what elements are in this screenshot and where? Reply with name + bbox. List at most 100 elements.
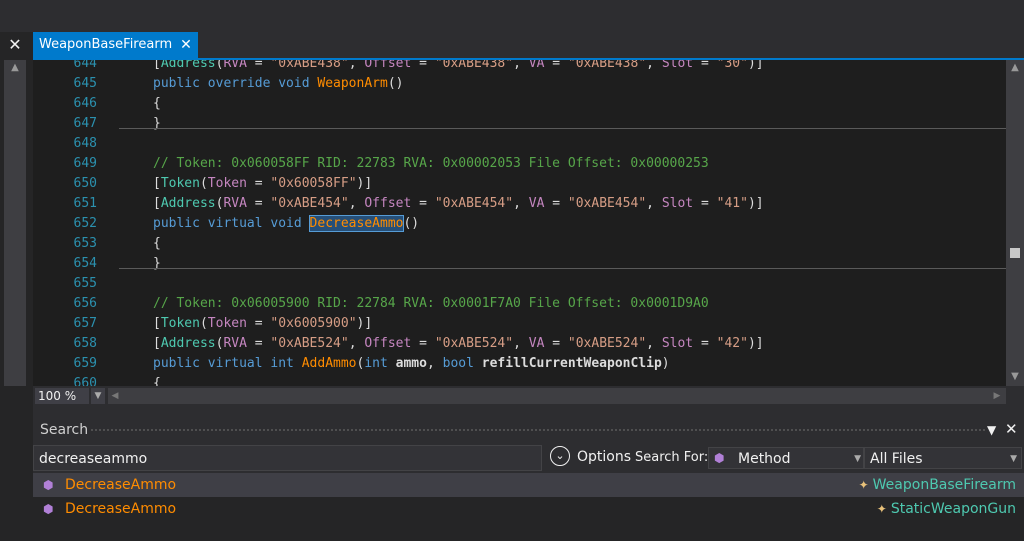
class-icon: ✦: [858, 478, 869, 492]
line-number: 658: [73, 336, 97, 351]
code-token: [: [153, 316, 161, 331]
scrollbar-thumb[interactable]: [1010, 248, 1020, 258]
scroll-up-arrow-icon[interactable]: ▲: [4, 60, 26, 76]
code-editor[interactable]: 644 [Address(RVA = "0xABE438", Offset = "…: [33, 60, 1006, 386]
code-line[interactable]: 650 [Token(Token = "0x60058FF")]: [33, 174, 1006, 194]
tab-weaponbasefirearm[interactable]: WeaponBaseFirearm ✕: [33, 32, 198, 58]
code-line[interactable]: 659 public virtual int AddAmmo(int ammo, …: [33, 354, 1006, 374]
search-result-row[interactable]: ⬢ DecreaseAmmo ✦ StaticWeaponGun: [33, 497, 1024, 521]
code-line[interactable]: 647}: [33, 114, 1006, 134]
code-token: [: [153, 176, 161, 191]
result-method-name: DecreaseAmmo: [65, 501, 177, 517]
code-text: }: [153, 254, 161, 274]
code-token: RVA: [223, 336, 247, 351]
line-number: 656: [73, 296, 97, 311]
code-token: [: [153, 336, 161, 351]
search-input[interactable]: decreaseammo: [33, 445, 542, 471]
code-token: ,: [513, 60, 529, 71]
code-token: Slot: [661, 60, 694, 71]
search-panel-title: Search: [40, 422, 89, 438]
code-token: =: [544, 60, 568, 71]
code-line[interactable]: 656 // Token: 0x06005900 RID: 22784 RVA: …: [33, 294, 1006, 314]
code-line[interactable]: 654}: [33, 254, 1006, 274]
panel-close-icon[interactable]: ✕: [1005, 418, 1018, 440]
line-number: 647: [73, 116, 97, 131]
scroll-right-arrow-icon[interactable]: ▶: [990, 388, 1004, 404]
result-class-name: WeaponBaseFirearm: [872, 477, 1016, 493]
search-for-label: Search For:: [635, 450, 709, 465]
code-token: RVA: [223, 60, 247, 71]
options-chevron-icon[interactable]: ⌄: [550, 446, 570, 466]
search-for-select[interactable]: ⬢ Method ▼: [708, 447, 864, 469]
code-text: public virtual void DecreaseAmmo(): [153, 214, 419, 234]
code-line[interactable]: 657 [Token(Token = "0x6005900")]: [33, 314, 1006, 334]
code-line[interactable]: 651 [Address(RVA = "0xABE454", Offset = "…: [33, 194, 1006, 214]
method-separator: [119, 128, 1006, 129]
code-line[interactable]: 644 [Address(RVA = "0xABE438", Offset = "…: [33, 60, 1006, 74]
line-number: 646: [73, 96, 97, 111]
editor-vertical-scrollbar[interactable]: [1006, 60, 1024, 386]
method-separator: [119, 268, 1006, 269]
zoom-level[interactable]: 100 %: [35, 388, 89, 404]
code-token: "0xABE454": [434, 196, 514, 211]
code-token: ammo: [395, 356, 427, 371]
line-number: 660: [73, 376, 97, 386]
scroll-left-arrow-icon[interactable]: ◀: [108, 388, 122, 404]
code-token: "0xABE438": [270, 60, 349, 71]
code-line[interactable]: 646 {: [33, 94, 1006, 114]
method-cube-icon: ⬢: [43, 478, 54, 492]
code-token: ,: [646, 336, 662, 351]
code-text: [Token(Token = "0x6005900")]: [153, 314, 372, 334]
code-text: // Token: 0x06005900 RID: 22784 RVA: 0x0…: [153, 294, 709, 314]
code-line[interactable]: 653 {: [33, 234, 1006, 254]
left-scrollbar[interactable]: [4, 60, 26, 386]
line-number: 649: [73, 156, 97, 171]
zoom-dropdown-icon[interactable]: ▼: [91, 388, 105, 404]
code-line[interactable]: 649 // Token: 0x060058FF RID: 22783 RVA: …: [33, 154, 1006, 174]
editor-horizontal-scrollbar[interactable]: [108, 388, 1006, 404]
code-token: =: [246, 176, 271, 191]
code-token: =: [246, 196, 271, 211]
code-line[interactable]: 648: [33, 134, 1006, 154]
code-token: =: [693, 196, 717, 211]
code-token: [: [153, 60, 161, 71]
code-line[interactable]: 660 {: [33, 374, 1006, 386]
panel-menu-dropdown-icon[interactable]: ▼: [987, 420, 996, 440]
code-text: {: [153, 374, 161, 386]
code-token: "0x60058FF": [270, 176, 357, 191]
scope-select[interactable]: All Files ▼: [864, 447, 1022, 469]
code-token: Slot: [661, 196, 694, 211]
scroll-down-arrow-icon[interactable]: ▼: [1006, 368, 1024, 386]
tab-close-icon[interactable]: ✕: [180, 32, 192, 58]
code-line[interactable]: 645 public override void WeaponArm(): [33, 74, 1006, 94]
chevron-down-icon: ▼: [1010, 454, 1017, 464]
line-number: 654: [73, 256, 97, 271]
code-token: Token: [160, 176, 200, 191]
code-token: =: [246, 60, 271, 71]
search-for-value: Method: [738, 451, 791, 467]
code-token: WeaponArm: [317, 76, 388, 91]
chevron-down-icon: ▼: [854, 454, 861, 464]
code-line[interactable]: 658 [Address(RVA = "0xABE524", Offset = "…: [33, 334, 1006, 354]
code-text: // Token: 0x060058FF RID: 22783 RVA: 0x0…: [153, 154, 709, 174]
code-text: [Token(Token = "0x60058FF")]: [153, 174, 372, 194]
options-button[interactable]: Options: [577, 446, 631, 468]
close-icon[interactable]: ✕: [0, 32, 30, 58]
code-text: [Address(RVA = "0xABE438", Offset = "0xA…: [153, 60, 764, 74]
panel-grip[interactable]: [90, 428, 985, 432]
code-token: "0xABE524": [270, 336, 349, 351]
line-number: 650: [73, 176, 97, 191]
code-token: "41": [716, 196, 748, 211]
line-number: 652: [73, 216, 97, 231]
code-token: (): [387, 76, 404, 91]
code-token: "0xABE454": [567, 196, 647, 211]
code-token: refillCurrentWeaponClip: [481, 356, 662, 371]
line-number: 644: [73, 60, 97, 71]
line-number: 648: [73, 136, 97, 151]
code-line[interactable]: 652 public virtual void DecreaseAmmo(): [33, 214, 1006, 234]
code-token: {: [153, 236, 161, 251]
code-line[interactable]: 655: [33, 274, 1006, 294]
scroll-up-arrow-icon[interactable]: ▲: [1006, 60, 1024, 76]
search-result-row[interactable]: ⬢ DecreaseAmmo ✦ WeaponBaseFirearm: [33, 473, 1024, 497]
class-icon: ✦: [876, 502, 887, 516]
